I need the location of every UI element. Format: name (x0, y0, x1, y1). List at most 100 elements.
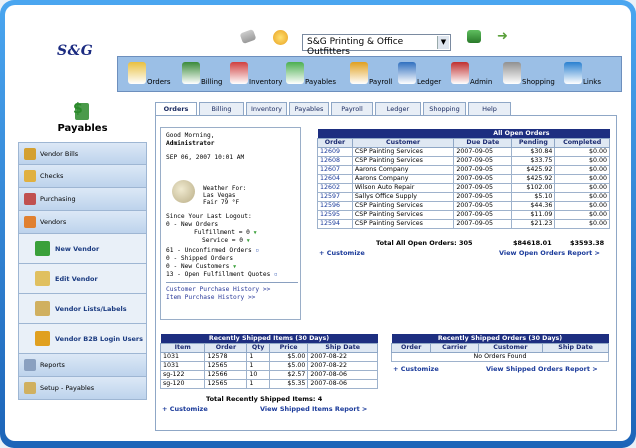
service-count: Service = 0 ▼ (202, 237, 250, 244)
table-cell[interactable]: 12607 (317, 164, 353, 175)
table-cell: $2.57 (268, 369, 309, 380)
b2b-icon (35, 331, 50, 346)
orders-icon (128, 62, 146, 84)
greeting-box: Good Morning, Administrator SEP 06, 2007… (160, 127, 301, 320)
table-cell: 2007-09-05 (453, 218, 513, 229)
column-header: Due Date (453, 137, 513, 148)
main-nav: Orders Billing Inventory Payables Payroll Led… (117, 56, 622, 92)
table-cell: $21.23 (511, 218, 556, 229)
sidebar-item-edit-vendor[interactable]: Edit Vendor (18, 264, 147, 294)
weather-info: Weather For: Las Vegas Fair 79 °F (203, 185, 246, 206)
item-history-link[interactable]: Item Purchase History >> (166, 294, 298, 302)
tab-payables[interactable]: Payables (289, 102, 329, 115)
table-cell: 12565 (204, 378, 248, 389)
nav-label: Orders (147, 78, 171, 86)
table-cell: 2007-08-06 (307, 378, 378, 389)
inventory-icon (230, 62, 248, 84)
table-cell[interactable]: 12597 (317, 191, 353, 202)
payroll-icon (350, 62, 368, 84)
arrow-down-icon: ▼ (233, 264, 237, 270)
column-header: Pending (511, 137, 556, 148)
sidebar-item-new-vendor[interactable]: New Vendor (18, 234, 147, 264)
sidebar-item-vendor-lists-labels[interactable]: Vendor Lists/Labels (18, 294, 147, 324)
table-cell[interactable]: 12604 (317, 173, 353, 184)
table-row[interactable]: 12597 Sallys Office Supply 2007-09-05 $5.10… (317, 191, 610, 202)
table-row[interactable]: 12596 CSP Painting Services 2007-09-05 $44.… (317, 200, 610, 211)
table-row[interactable]: 12594 CSP Painting Services 2007-09-05 $21.… (317, 218, 610, 229)
column-header: Customer (477, 342, 544, 353)
tab-orders[interactable]: Orders (155, 102, 197, 116)
table-cell: 1 (246, 378, 270, 389)
table-row[interactable]: sg-122 12566 10 $2.57 2007-08-06 (159, 369, 378, 380)
shipped-orders-table: Recently Shipped Orders (30 Days) Order C… (390, 334, 609, 362)
refresh-icon[interactable] (467, 30, 481, 43)
tab-payroll[interactable]: Payroll (331, 102, 373, 115)
plus-icon (35, 241, 50, 256)
tab-help[interactable]: Help (468, 102, 511, 115)
table-row[interactable]: 12595 CSP Painting Services 2007-09-05 $11.… (317, 209, 610, 220)
sidebar-item-vendors[interactable]: Vendors (18, 211, 147, 234)
sidebar-item-label: Vendors (40, 218, 67, 226)
open-orders-customize-link[interactable]: + Customize (319, 249, 365, 257)
table-cell: 2007-09-05 (453, 200, 513, 211)
sidebar-item-purchasing[interactable]: Purchasing (18, 188, 147, 211)
sidebar-item-vendor-b2b-login-users[interactable]: Vendor B2B Login Users (18, 324, 147, 354)
table-cell: $5.10 (511, 191, 556, 202)
checks-icon (24, 170, 36, 182)
table-row[interactable]: 12604 Aarons Company 2007-09-05 $425.92 $0.0… (317, 173, 610, 184)
shipped-orders-customize-link[interactable]: + Customize (393, 365, 439, 373)
eraser-icon[interactable] (239, 28, 257, 45)
table-cell: $0.00 (554, 218, 610, 229)
table-cell[interactable]: 12595 (317, 209, 353, 220)
customer-history-link[interactable]: Customer Purchase History >> (166, 286, 298, 294)
open-orders-total-completed: $3593.38 (570, 239, 605, 247)
admin-icon (451, 62, 469, 84)
table-cell[interactable]: 12608 (317, 155, 353, 166)
table-cell: 2007-08-22 (307, 360, 378, 371)
company-select[interactable]: S&G Printing & Office Outfitters ▼ (302, 34, 451, 57)
table-cell[interactable]: 12596 (317, 200, 353, 211)
table-cell: $425.92 (511, 164, 556, 175)
table-row[interactable]: 12602 Wilson Auto Repair 2007-09-05 $102.00… (317, 182, 610, 193)
table-cell: $0.00 (554, 191, 610, 202)
edit-icon (35, 271, 50, 286)
forward-arrow-icon[interactable]: ➜ (497, 30, 508, 43)
chevron-down-icon[interactable]: ▼ (437, 36, 449, 49)
money-icon[interactable] (273, 30, 288, 45)
shipped-items-table: Recently Shipped Items (30 Days) Item Ord… (159, 334, 378, 389)
column-header: Carrier (430, 342, 479, 353)
nav-label: Inventory (249, 78, 283, 86)
fulfillment-count: Fulfillment = 0 ▼ (194, 229, 257, 236)
table-row[interactable]: 12607 Aarons Company 2007-09-05 $425.92 $0.0… (317, 164, 610, 175)
open-orders-table: All Open Orders Order Customer Due Date Pen… (317, 129, 610, 229)
table-cell[interactable]: 12602 (317, 182, 353, 193)
open-orders-report-link[interactable]: View Open Orders Report > (499, 249, 600, 257)
column-header: Order (317, 137, 353, 148)
table-cell[interactable]: 12609 (317, 146, 353, 157)
sidebar-item-checks[interactable]: Checks (18, 165, 147, 188)
tab-shopping[interactable]: Shopping (423, 102, 466, 115)
tab-inventory[interactable]: Inventory (246, 102, 287, 115)
table-cell: 2007-09-05 (453, 164, 513, 175)
table-row[interactable]: 1031 12578 1 $5.00 2007-08-22 (159, 351, 378, 362)
table-cell: $425.92 (511, 173, 556, 184)
unconfirmed-orders[interactable]: 61 - Unconfirmed Orders ▫ (166, 247, 298, 255)
shipped-items-customize-link[interactable]: + Customize (162, 405, 208, 413)
table-row[interactable]: sg-120 12565 1 $5.35 2007-08-06 (159, 378, 378, 389)
sidebar-item-vendor-bills[interactable]: Vendor Bills (18, 142, 147, 165)
table-cell[interactable]: 12594 (317, 218, 353, 229)
table-row[interactable]: 1031 12565 1 $5.00 2007-08-22 (159, 360, 378, 371)
open-quotes[interactable]: 13 - Open Fulfillment Quotes ▫ (166, 271, 298, 279)
table-cell: 1031 (159, 351, 206, 362)
shopping-icon (503, 62, 521, 84)
column-header: Qty (246, 342, 270, 353)
table-row[interactable]: 12608 CSP Painting Services 2007-09-05 $33.… (317, 155, 610, 166)
table-row[interactable]: 12609 CSP Painting Services 2007-09-05 $30.… (317, 146, 610, 157)
shipped-orders-count: 0 - Shipped Orders (166, 255, 234, 262)
sidebar-item-setup-payables[interactable]: Setup - Payables (18, 377, 147, 400)
tab-ledger[interactable]: Ledger (375, 102, 421, 115)
sidebar-item-reports[interactable]: Reports (18, 354, 147, 377)
shipped-orders-report-link[interactable]: View Shipped Orders Report > (486, 365, 598, 373)
tab-billing[interactable]: Billing (199, 102, 244, 115)
shipped-items-report-link[interactable]: View Shipped Items Report > (260, 405, 367, 413)
